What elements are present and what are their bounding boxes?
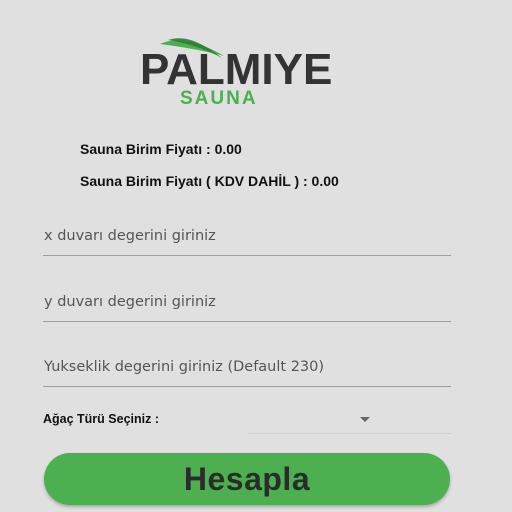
logo-sub-text: SAUNA	[180, 88, 258, 108]
logo-graphic: PALMIYE SAUNA	[140, 38, 332, 108]
y-wall-field	[43, 282, 452, 322]
y-wall-input[interactable]	[43, 282, 452, 321]
unit-price-vat-text: Sauna Birim Fiyatı ( KDV DAHİL ) : 0.00	[80, 173, 339, 189]
chevron-down-icon	[360, 417, 370, 422]
height-input[interactable]	[43, 347, 452, 386]
sauna-calculator-screen: PALMIYE SAUNA Sauna Birim Fiyatı : 0.00 …	[0, 0, 512, 512]
tree-type-label: Ağaç Türü Seçiniz :	[43, 412, 159, 426]
x-wall-input[interactable]	[43, 216, 452, 255]
logo-brand-text: PALMIYE	[140, 45, 332, 94]
unit-price-text: Sauna Birim Fiyatı : 0.00	[80, 141, 242, 157]
palmiye-sauna-logo: PALMIYE SAUNA	[138, 34, 358, 108]
calculate-button[interactable]: Hesapla	[44, 453, 450, 505]
x-wall-field	[43, 216, 452, 256]
tree-type-dropdown[interactable]	[248, 404, 451, 434]
height-field	[43, 347, 452, 387]
